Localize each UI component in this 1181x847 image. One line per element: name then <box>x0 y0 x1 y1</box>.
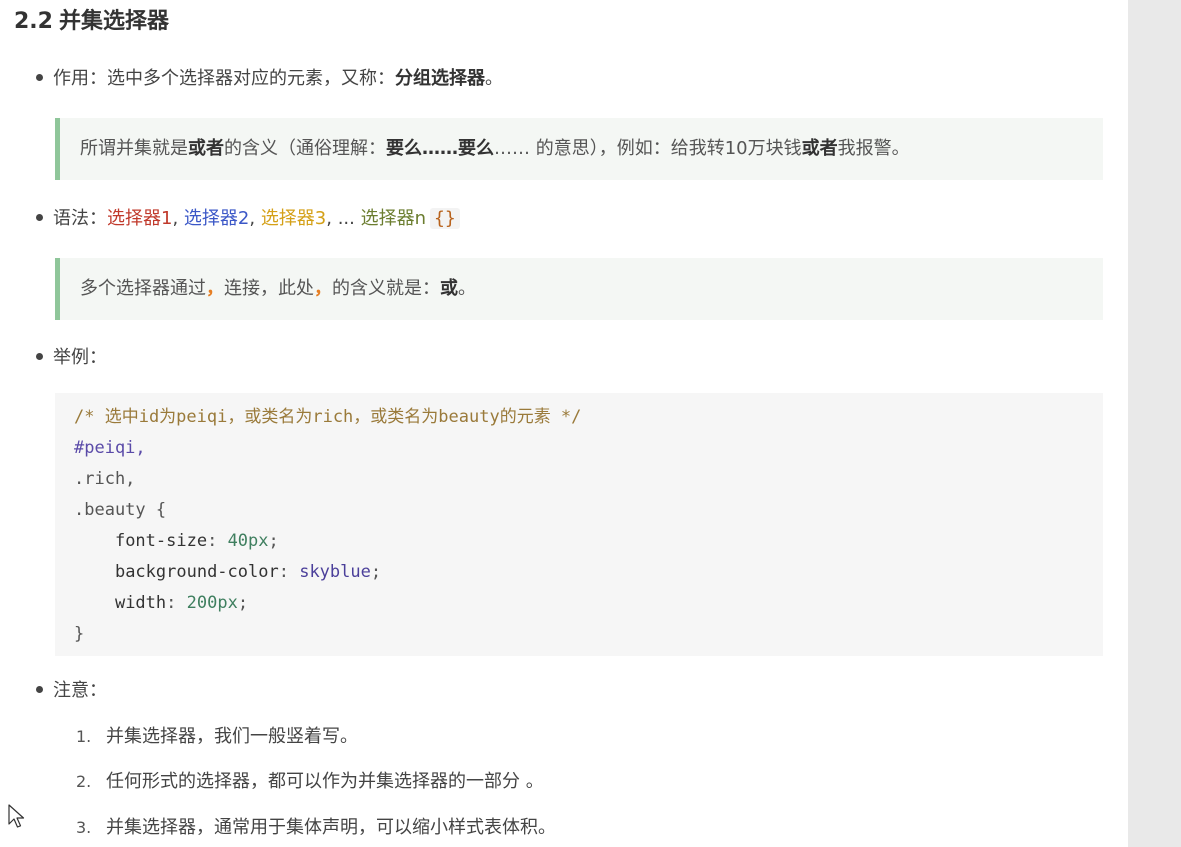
list-item: 2. 任何形式的选择器，都可以作为并集选择器的一部分 。 <box>76 769 544 795</box>
mouse-pointer-icon <box>8 804 25 828</box>
code-declaration: width: 200px; <box>114 593 249 613</box>
list-text: 并集选择器，通常用于集体声明，可以缩小样式表体积。 <box>106 817 556 838</box>
list-number: 3. <box>76 818 92 837</box>
code-declaration: font-size: 40px; <box>114 531 279 551</box>
list-item: 3. 并集选择器，通常用于集体声明，可以缩小样式表体积。 <box>76 815 556 841</box>
bullet-example: 举例： <box>36 345 107 371</box>
bullet-usage: 作用：选中多个选择器对应的元素，又称：分组选择器。 <box>36 66 503 92</box>
usage-strong: 分组选择器 <box>395 68 485 89</box>
code-block: /* 选中id为peiqi，或类名为rich，或类名为beauty的元素 */ … <box>55 393 1103 656</box>
section-heading: 2.2 并集选择器 <box>14 6 169 38</box>
syntax-sep: , ... <box>326 208 361 229</box>
list-text: 任何形式的选择器，都可以作为并集选择器的一部分 。 <box>106 771 544 792</box>
quote-text: …… <box>422 138 458 159</box>
code-value: skyblue <box>299 562 371 582</box>
quote-text: 的含义就是： <box>332 278 440 299</box>
quote-strong: 要么 <box>458 138 494 159</box>
section-title: 并集选择器 <box>58 9 169 34</box>
syntax-selector-2: 选择器2 <box>183 208 250 229</box>
code-property: font-size <box>114 531 208 551</box>
bullet-dot <box>36 685 43 693</box>
code-comment: /* 选中id为peiqi，或类名为rich，或类名为beauty的元素 */ <box>74 407 582 427</box>
bullet-syntax: 语法：选择器1, 选择器2, 选择器3, ... 选择器n{} <box>36 206 460 232</box>
syntax-braces: {} <box>430 208 460 229</box>
syntax-sep: , <box>172 208 184 229</box>
syntax-selector-3: 选择器3 <box>260 208 327 229</box>
document-content: 2.2 并集选择器 作用：选中多个选择器对应的元素，又称：分组选择器。 所谓并集就… <box>0 0 1128 847</box>
code-selector-class: .beauty { <box>74 500 167 520</box>
code-property: width <box>114 593 167 613</box>
list-text: 并集选择器，我们一般竖着写。 <box>106 726 358 747</box>
quote-text: …… 的意思），例如：给我转10万块钱 <box>494 138 802 159</box>
blockquote-union-meaning: 所谓并集就是或者的含义（通俗理解：要么……要么…… 的意思），例如：给我转10万… <box>55 118 1103 180</box>
bullet-dot <box>36 213 43 221</box>
quote-text: 。 <box>458 278 476 299</box>
list-number: 1. <box>76 727 92 746</box>
quote-strong-red: 或者 <box>801 138 838 159</box>
quote-text: 所谓并集就是 <box>80 138 188 159</box>
code-value: 200px <box>186 593 238 613</box>
usage-text: 作用：选中多个选择器对应的元素，又称： <box>53 68 395 89</box>
quote-text: 多个选择器通过 <box>80 278 206 299</box>
usage-suffix: 。 <box>485 68 503 89</box>
quote-text: 连接，此处 <box>224 278 314 299</box>
quote-comma: ， <box>314 278 332 299</box>
bullet-dot <box>36 352 43 360</box>
notes-label: 注意： <box>53 680 107 701</box>
quote-text: 我报警。 <box>837 138 910 159</box>
example-label: 举例： <box>53 347 107 368</box>
bullet-notes: 注意： <box>36 678 107 704</box>
blockquote-comma-meaning: 多个选择器通过，连接，此处，的含义就是：或。 <box>55 258 1103 320</box>
section-number: 2.2 <box>14 9 53 34</box>
right-scroll-panel[interactable] <box>1128 0 1181 847</box>
quote-strong: 或者 <box>188 138 224 159</box>
syntax-selector-n: 选择器n <box>360 208 427 229</box>
code-selector-id: #peiqi, <box>74 438 146 458</box>
code-selector-class: .rich, <box>74 469 136 489</box>
quote-text: 的含义（通俗理解： <box>224 138 386 159</box>
list-item: 1. 并集选择器，我们一般竖着写。 <box>76 724 358 750</box>
list-number: 2. <box>76 772 92 791</box>
code-close-brace: } <box>74 624 85 644</box>
bullet-dot <box>36 73 43 81</box>
syntax-label: 语法： <box>53 208 107 229</box>
quote-strong: 要么 <box>386 138 422 159</box>
syntax-sep: , <box>249 208 261 229</box>
quote-strong: 或 <box>440 278 458 299</box>
quote-comma: ， <box>206 278 224 299</box>
code-value: 40px <box>227 531 269 551</box>
syntax-selector-1: 选择器1 <box>107 208 173 229</box>
code-property: background-color <box>114 562 279 582</box>
code-declaration: background-color: skyblue; <box>114 562 382 582</box>
